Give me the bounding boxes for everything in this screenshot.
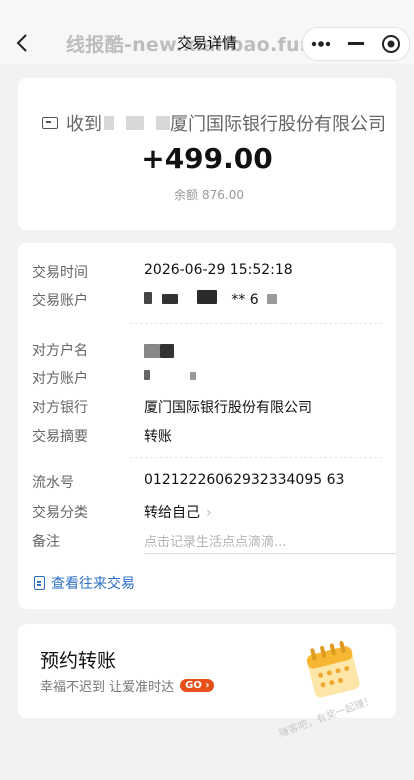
counterparty-prefix: 收到 — [66, 114, 102, 135]
opp-bank-label: 对方银行 — [32, 400, 88, 416]
detail-row-opp-account: 对方账户 — [32, 365, 382, 391]
opp-name-label: 对方户名 — [32, 343, 88, 359]
detail-row-opp-name: 对方户名 — [32, 337, 382, 363]
more-dots-icon[interactable] — [303, 28, 339, 60]
view-history-label: 查看往来交易 — [51, 576, 135, 592]
minimize-icon[interactable] — [339, 28, 373, 60]
view-history-link[interactable]: 查看往来交易 — [34, 573, 135, 593]
account-label: 交易账户 — [32, 293, 88, 309]
counterparty-line: 收到 厦门国际银行股份有限公司 — [42, 110, 386, 136]
divider — [130, 323, 382, 324]
detail-row-opp-bank: 对方银行 厦门国际银行股份有限公司 — [32, 394, 382, 420]
account-masked: ** 6 — [144, 290, 278, 308]
balance-label: 余额 — [173, 188, 198, 202]
scheduled-transfer-title: 预约转账 — [40, 650, 117, 672]
calendar-icon — [306, 641, 360, 698]
detail-row-category[interactable]: 交易分类 转给自己 › — [32, 499, 382, 525]
target-close-icon[interactable] — [373, 28, 409, 60]
masked-name — [156, 116, 170, 130]
balance-line: 余额 876.00 — [18, 186, 396, 203]
chevron-right-icon: › — [206, 505, 212, 521]
navigation-bar: 线报酷-new.xianbao.fun 交易详情 — [0, 0, 414, 64]
summary-value: 转账 — [144, 429, 172, 445]
detail-row-note: 备注 — [32, 528, 396, 554]
masked-name — [104, 116, 114, 130]
detail-row-serial: 流水号 01212226062932334095 63 — [32, 469, 382, 495]
summary-label: 交易摘要 — [32, 429, 88, 445]
opp-account-label: 对方账户 — [32, 371, 88, 387]
serial-label: 流水号 — [32, 475, 74, 491]
category-value-wrap[interactable]: 转给自己 › — [144, 502, 212, 522]
scheduled-transfer-slogan: 幸福不迟到 让爱准时达 — [40, 680, 175, 695]
balance-value: 876.00 — [202, 188, 244, 202]
divider — [130, 457, 382, 458]
go-button[interactable]: GO › — [180, 679, 215, 692]
time-value: 2026-06-29 15:52:18 — [144, 262, 293, 278]
opp-account-masked — [144, 368, 197, 384]
detail-row-summary: 交易摘要 转账 — [32, 423, 382, 449]
counterparty-bank: 厦门国际银行股份有限公司 — [170, 114, 386, 135]
category-value: 转给自己 — [144, 505, 200, 521]
note-input[interactable] — [144, 531, 396, 554]
amount-card: 收到 厦门国际银行股份有限公司 +499.00 余额 876.00 — [18, 78, 396, 230]
account-value: ** 6 — [231, 292, 259, 308]
note-label: 备注 — [32, 534, 60, 550]
details-card: 交易时间 2026-06-29 15:52:18 交易账户 ** 6 对方户名 … — [18, 243, 396, 609]
serial-value: 01212226062932334095 63 — [144, 472, 345, 488]
masked-name — [126, 116, 144, 130]
scheduled-transfer-subtitle: 幸福不迟到 让爱准时达 GO › — [40, 676, 215, 695]
opp-name-masked — [144, 344, 174, 362]
opp-bank-value: 厦门国际银行股份有限公司 — [144, 400, 312, 416]
detail-row-time: 交易时间 2026-06-29 15:52:18 — [32, 259, 382, 285]
mini-program-capsule — [302, 27, 410, 61]
document-icon — [34, 576, 45, 590]
category-label: 交易分类 — [32, 505, 88, 521]
detail-row-account: 交易账户 ** 6 — [32, 287, 382, 313]
time-label: 交易时间 — [32, 265, 88, 281]
card-icon — [42, 117, 58, 129]
transaction-amount: +499.00 — [141, 142, 273, 175]
